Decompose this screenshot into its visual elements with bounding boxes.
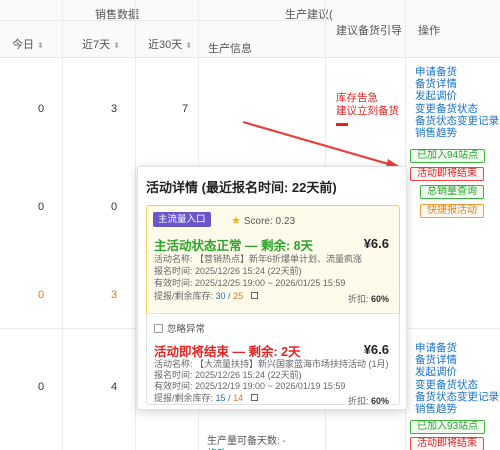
stock-info: 提报/剩余库存: 30 / 25 [154, 291, 258, 302]
stock-info: 提报/剩余库存: 15 / 14 [154, 393, 258, 404]
activity-status: 活动即将结束 — 剩余: 2天 [154, 345, 301, 359]
activity-details-popup: 活动详情 (最近报名时间: 22天前) 主流量入口 ★ Score: 0.23 主… [137, 166, 407, 410]
signup-time: 报名时间: 2025/12/26 15:24 (22天前) [154, 266, 302, 276]
ignore-exception-checkbox[interactable]: 忽略异常 [154, 321, 205, 335]
discount-info: 折扣: 60% [347, 396, 389, 406]
valid-time: 有效时间: 2025/12/19 19:00 ~ 2026/01/19 15:5… [154, 381, 346, 391]
edit-icon[interactable] [250, 394, 258, 401]
activity-price: ¥6.6 [363, 236, 389, 251]
star-icon: ★ [231, 215, 241, 227]
activity-price: ¥6.6 [363, 342, 389, 357]
traffic-entry-badge: 主流量入口 [153, 212, 211, 227]
popup-title: 活动详情 (最近报名时间: 22天前) [146, 180, 337, 195]
ending-activity-card: 忽略异常 活动即将结束 — 剩余: 2天 ¥6.6 活动名称: 【大流量扶持】新… [146, 313, 400, 406]
activity-status: 主活动状态正常 — 剩余: 8天 [154, 239, 314, 253]
main-activity-card: 主流量入口 ★ Score: 0.23 主活动状态正常 — 剩余: 8天 ¥6.6… [146, 205, 400, 321]
valid-time: 有效时间: 2025/12/25 19:00 ~ 2026/01/25 15:5… [154, 278, 346, 288]
activity-name: 活动名称: 【大流量扶持】新兴国家蓝海市场扶持活动 (1月) [154, 359, 389, 369]
discount-info: 折扣: 60% [347, 294, 389, 304]
activity-name: 活动名称: 【营销热点】新年6折爆单计划、流量疯涨 [154, 254, 363, 264]
edit-icon[interactable] [250, 292, 258, 299]
signup-time: 报名时间: 2025/12/26 15:24 (22天前) [154, 370, 302, 380]
score-label: ★ Score: 0.23 [231, 215, 296, 227]
checkbox-icon[interactable] [154, 324, 163, 333]
